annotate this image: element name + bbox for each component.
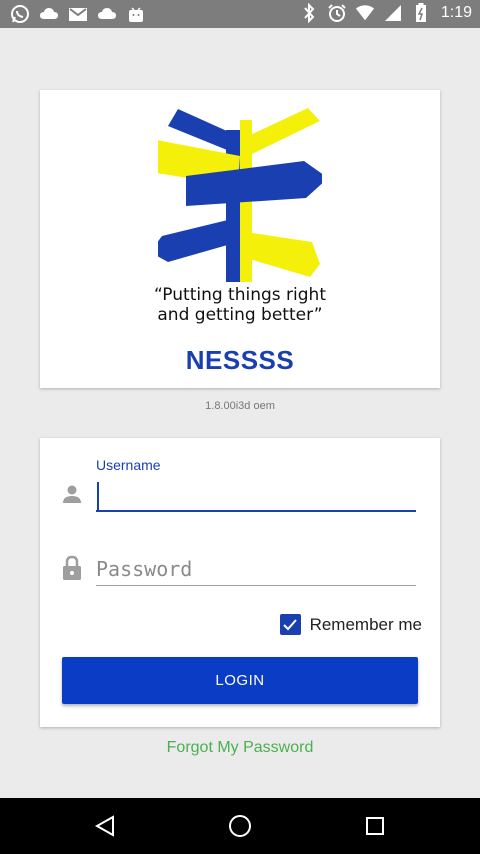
- back-icon[interactable]: [91, 812, 119, 840]
- app-version: 1.8.00i3d oem: [205, 400, 275, 412]
- checkmark-icon: [283, 618, 297, 630]
- bag-icon: [126, 4, 146, 24]
- alarm-icon: [327, 3, 347, 23]
- username-label: Username: [96, 457, 161, 473]
- person-icon: [62, 484, 82, 509]
- signal-icon: [383, 3, 403, 23]
- gmail-icon: [68, 4, 88, 24]
- remember-me-checkbox[interactable]: [279, 614, 301, 635]
- battery-icon: [411, 3, 431, 23]
- login-card: Username Remember me LOGIN: [40, 438, 440, 727]
- brand-name: NESSSS: [185, 345, 295, 375]
- tagline-line-1: “Putting things right: [154, 285, 326, 305]
- username-input[interactable]: [96, 480, 416, 512]
- lock-icon: [62, 555, 82, 586]
- logo-card: “Putting things right and getting better…: [40, 90, 440, 388]
- tagline-line-2: and getting better”: [157, 305, 323, 325]
- navigation-bar: [0, 798, 480, 854]
- signpost-logo: [158, 108, 322, 282]
- recents-icon[interactable]: [361, 812, 389, 840]
- whatsapp-icon: [10, 4, 30, 24]
- cloud-icon: [39, 4, 59, 24]
- login-button[interactable]: LOGIN: [62, 657, 418, 704]
- remember-me-row[interactable]: Remember me: [279, 614, 422, 635]
- cloud-icon: [97, 4, 117, 24]
- home-icon[interactable]: [226, 812, 254, 840]
- status-bar: 1:19: [0, 0, 480, 28]
- remember-me-label: Remember me: [309, 614, 422, 634]
- tagline: “Putting things right and getting better…: [40, 285, 440, 325]
- clock-time: 1:19: [440, 4, 472, 21]
- text-cursor: [97, 482, 99, 510]
- forgot-password-link[interactable]: Forgot My Password: [0, 739, 480, 757]
- wifi-icon: [355, 3, 375, 23]
- bluetooth-icon: [299, 3, 319, 23]
- password-input[interactable]: [96, 552, 416, 586]
